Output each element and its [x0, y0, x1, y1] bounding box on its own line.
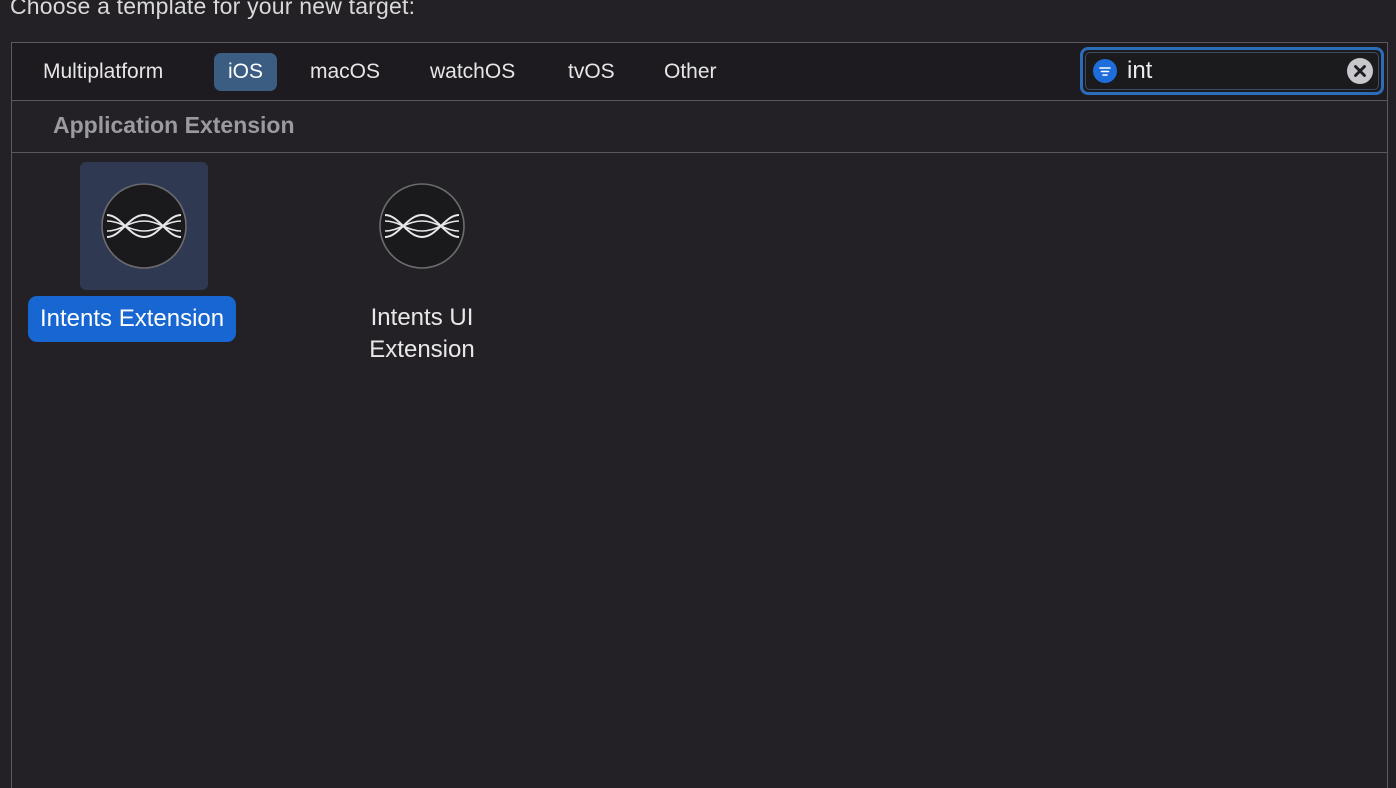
tab-tvos[interactable]: tvOS — [554, 53, 629, 91]
section-label: Application Extension — [53, 112, 295, 138]
clear-search-icon[interactable] — [1347, 58, 1373, 84]
tab-macos[interactable]: macOS — [296, 53, 394, 91]
tab-other[interactable]: Other — [650, 53, 731, 91]
section-header: Application Extension — [12, 101, 1387, 153]
platform-tab-bar: Multiplatform iOS macOS watchOS tvOS Oth… — [12, 43, 1387, 101]
intents-icon — [101, 183, 187, 269]
template-panel: Multiplatform iOS macOS watchOS tvOS Oth… — [11, 42, 1388, 788]
template-icon-tile[interactable] — [358, 162, 486, 290]
intents-ui-icon — [379, 183, 465, 269]
template-label-line1: Intents UI — [370, 304, 474, 331]
tab-ios[interactable]: iOS — [214, 53, 278, 91]
tab-multiplatform[interactable]: Multiplatform — [29, 53, 177, 91]
template-label[interactable]: Intents UI Extension — [342, 302, 502, 366]
template-search-field[interactable] — [1080, 47, 1384, 95]
dialog-title: Choose a template for your new target: — [10, 0, 416, 19]
tab-watchos[interactable]: watchOS — [416, 53, 529, 91]
filter-icon[interactable] — [1093, 59, 1117, 83]
template-icon-tile[interactable] — [80, 162, 208, 290]
search-input[interactable] — [1127, 54, 1337, 88]
template-label-line2: Extension — [369, 336, 475, 363]
template-label[interactable]: Intents Extension — [28, 296, 237, 342]
new-target-dialog: Choose a template for your new target: M… — [0, 0, 1396, 788]
